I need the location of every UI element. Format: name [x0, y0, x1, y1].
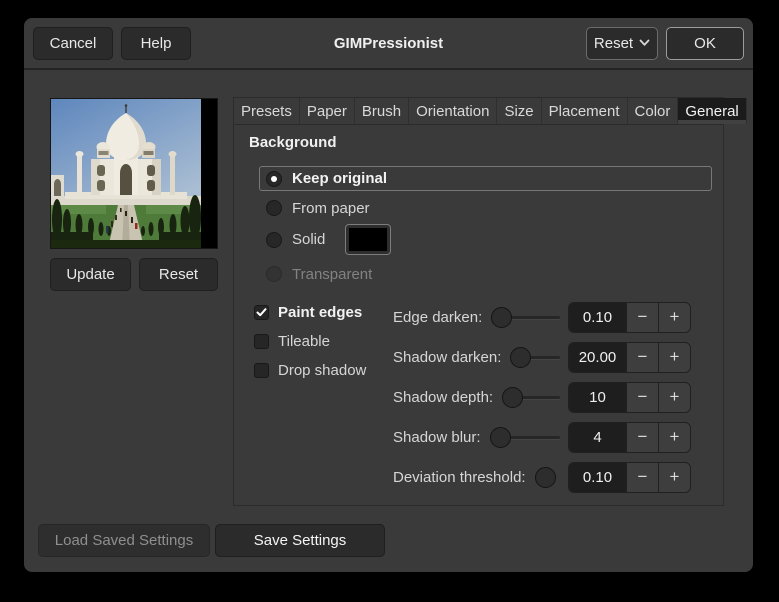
ok-button[interactable]: OK — [666, 26, 744, 60]
slider-track — [529, 355, 560, 359]
slider-knob[interactable] — [510, 346, 532, 368]
tab-orientation[interactable]: Orientation — [409, 98, 498, 124]
preview-image — [51, 99, 201, 248]
shadow-blur-value[interactable]: 4 — [569, 422, 626, 452]
reset-menu-label: Reset — [593, 34, 634, 52]
deviation-threshold-value[interactable]: 0.10 — [569, 462, 626, 492]
solid-color-swatch-button[interactable] — [345, 224, 392, 255]
radio-button-icon — [266, 170, 282, 187]
checkbox-checked-icon — [254, 304, 269, 320]
checkbox-unchecked-icon — [254, 333, 269, 349]
load-saved-settings-button: Load Saved Settings — [38, 524, 210, 557]
radio-transparent: Transparent — [266, 265, 372, 283]
slider-row-shadow-depth: Shadow depth: 10 − + — [393, 381, 691, 413]
dialog-titlebar: Cancel Help GIMPressionist Reset OK — [24, 18, 753, 70]
minus-button[interactable]: − — [626, 422, 658, 452]
slider-knob[interactable] — [534, 466, 556, 488]
slider-track — [521, 395, 560, 399]
plus-button[interactable]: + — [658, 462, 690, 492]
slider-knob[interactable] — [502, 386, 524, 408]
tab-color[interactable]: Color — [628, 98, 679, 124]
settings-notebook: Presets Paper Brush Orientation Size Pla… — [233, 97, 747, 506]
slider-row-deviation-threshold: Deviation threshold: 0.10 − + — [393, 461, 691, 493]
edge-darken-label: Edge darken: — [393, 308, 483, 326]
paint-edges-label: Paint edges — [278, 303, 363, 321]
radio-transparent-label: Transparent — [292, 265, 373, 283]
tab-size[interactable]: Size — [497, 98, 542, 124]
edge-darken-slider[interactable] — [491, 306, 560, 328]
tab-brush[interactable]: Brush — [355, 98, 410, 124]
slider-row-shadow-blur: Shadow blur: 4 − + — [393, 421, 691, 453]
shadow-blur-slider[interactable] — [489, 426, 560, 448]
checkbox-drop-shadow[interactable]: Drop shadow — [254, 361, 366, 379]
deviation-threshold-slider[interactable] — [534, 466, 560, 488]
checkbox-unchecked-icon — [254, 362, 269, 378]
shadow-blur-spinbutton: 4 − + — [568, 421, 691, 453]
tab-general[interactable]: General — [678, 98, 747, 124]
slider-row-shadow-darken: Shadow darken: 20.00 − + — [393, 341, 691, 373]
chevron-down-icon — [639, 39, 650, 46]
update-button[interactable]: Update — [50, 258, 131, 291]
tab-paper[interactable]: Paper — [300, 98, 355, 124]
radio-button-icon — [266, 200, 282, 216]
radio-keep-original-label: Keep original — [292, 170, 388, 187]
tab-presets[interactable]: Presets — [234, 98, 300, 124]
deviation-threshold-label: Deviation threshold: — [393, 468, 526, 486]
shadow-depth-value[interactable]: 10 — [569, 382, 626, 412]
plus-button[interactable]: + — [658, 342, 690, 372]
tileable-label: Tileable — [278, 332, 330, 350]
radio-button-icon — [266, 266, 282, 282]
save-settings-button[interactable]: Save Settings — [215, 524, 385, 557]
plus-button[interactable]: + — [658, 422, 690, 452]
slider-row-edge-darken: Edge darken: 0.10 − + — [393, 301, 691, 333]
radio-solid[interactable]: Solid — [266, 224, 392, 255]
plus-button[interactable]: + — [658, 382, 690, 412]
shadow-blur-label: Shadow blur: — [393, 428, 481, 446]
radio-button-icon — [266, 231, 282, 248]
tab-placement[interactable]: Placement — [542, 98, 628, 124]
edge-darken-spinbutton: 0.10 − + — [568, 301, 691, 333]
radio-from-paper-label: From paper — [292, 199, 370, 217]
solid-color-swatch — [349, 228, 388, 251]
radio-solid-label: Solid — [292, 231, 326, 248]
cancel-button[interactable]: Cancel — [33, 26, 113, 60]
drop-shadow-label: Drop shadow — [278, 361, 367, 379]
deviation-threshold-spinbutton: 0.10 − + — [568, 461, 691, 493]
shadow-depth-label: Shadow depth: — [393, 388, 494, 406]
minus-button[interactable]: − — [626, 342, 658, 372]
shadow-depth-spinbutton: 10 − + — [568, 381, 691, 413]
reset-menu-button[interactable]: Reset — [586, 26, 658, 60]
dialog-title: GIMPressionist — [333, 34, 444, 52]
background-group-title: Background — [249, 134, 337, 151]
shadow-darken-value[interactable]: 20.00 — [569, 342, 626, 372]
minus-button[interactable]: − — [626, 462, 658, 492]
taj-minaret-right — [170, 155, 175, 195]
gimpressionist-dialog: Cancel Help GIMPressionist Reset OK Upda… — [24, 18, 753, 572]
slider-track — [508, 435, 560, 439]
taj-portal-arch — [120, 164, 132, 195]
help-button[interactable]: Help — [121, 26, 191, 60]
plus-button[interactable]: + — [658, 302, 690, 332]
edge-darken-value[interactable]: 0.10 — [569, 302, 626, 332]
checkbox-tileable[interactable]: Tileable — [254, 332, 330, 350]
minus-button[interactable]: − — [626, 302, 658, 332]
shadow-darken-label: Shadow darken: — [393, 348, 502, 366]
minus-button[interactable]: − — [626, 382, 658, 412]
radio-from-paper[interactable]: From paper — [266, 199, 370, 217]
preview-frame — [50, 98, 218, 249]
slider-knob[interactable] — [491, 306, 513, 328]
preview-reset-button[interactable]: Reset — [139, 258, 218, 291]
taj-minaret-left — [77, 155, 82, 195]
slider-knob[interactable] — [489, 426, 511, 448]
slider-track — [510, 315, 560, 319]
checkbox-paint-edges[interactable]: Paint edges — [254, 303, 362, 321]
radio-keep-original[interactable]: Keep original — [259, 166, 712, 191]
shadow-depth-slider[interactable] — [502, 386, 560, 408]
tab-bar: Presets Paper Brush Orientation Size Pla… — [234, 98, 747, 125]
shadow-darken-spinbutton: 20.00 − + — [568, 341, 691, 373]
shadow-darken-slider[interactable] — [510, 346, 560, 368]
